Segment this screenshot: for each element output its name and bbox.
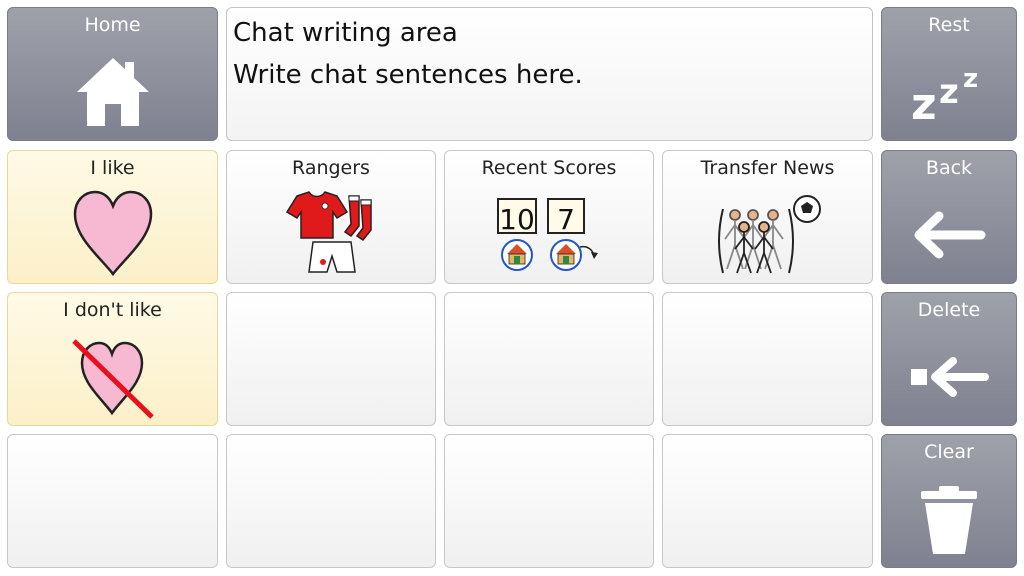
arrow-left-icon [882, 195, 1016, 275]
rest-label: Rest [928, 14, 970, 36]
svg-text:z: z [963, 64, 978, 94]
transfer-news-label: Transfer News [700, 157, 835, 179]
i-like-button[interactable]: I like [7, 150, 218, 284]
delete-label: Delete [917, 299, 981, 321]
recent-scores-button[interactable]: Recent Scores 10 7 [444, 150, 654, 284]
empty-cell-r4c2[interactable] [226, 434, 436, 568]
home-button[interactable]: Home [7, 7, 218, 141]
empty-cell-r4c1[interactable] [7, 434, 218, 568]
i-like-label: I like [90, 157, 135, 179]
i-dont-like-button[interactable]: I don't like [7, 292, 218, 426]
away-score: 7 [557, 203, 575, 236]
empty-cell-r3c4[interactable] [662, 292, 873, 426]
clear-button[interactable]: Clear [881, 434, 1017, 568]
football-kit-icon [227, 189, 435, 279]
back-button[interactable]: Back [881, 150, 1017, 284]
transfer-news-button[interactable]: Transfer News [662, 150, 873, 284]
delete-button[interactable]: Delete [881, 292, 1017, 426]
rangers-button[interactable]: Rangers [226, 150, 436, 284]
empty-cell-r4c4[interactable] [662, 434, 873, 568]
rangers-label: Rangers [292, 157, 370, 179]
empty-cell-r4c3[interactable] [444, 434, 654, 568]
players-transfer-icon [663, 189, 872, 279]
i-dont-like-label: I don't like [63, 299, 162, 321]
home-icon [8, 48, 217, 136]
home-label: Home [84, 14, 141, 36]
scoreboard-icon: 10 7 [445, 191, 653, 277]
chat-writing-area[interactable]: Chat writing area Write chat sentences h… [226, 7, 873, 141]
back-label: Back [925, 157, 973, 179]
home-score: 10 [499, 203, 535, 236]
svg-text:z: z [911, 79, 937, 127]
chat-line-hint: Write chat sentences here. [233, 60, 583, 90]
backspace-icon [882, 337, 1016, 417]
clear-label: Clear [924, 441, 974, 463]
svg-text:z: z [939, 72, 959, 112]
chat-line-title: Chat writing area [233, 18, 458, 48]
recent-scores-label: Recent Scores [481, 157, 617, 179]
rest-button[interactable]: Rest z z z [881, 7, 1017, 141]
heart-icon [8, 185, 217, 281]
trash-icon [882, 479, 1016, 561]
sleep-zzz-icon: z z z [882, 52, 1016, 132]
empty-cell-r3c3[interactable] [444, 292, 654, 426]
crossed-heart-icon [8, 333, 217, 423]
empty-cell-r3c2[interactable] [226, 292, 436, 426]
